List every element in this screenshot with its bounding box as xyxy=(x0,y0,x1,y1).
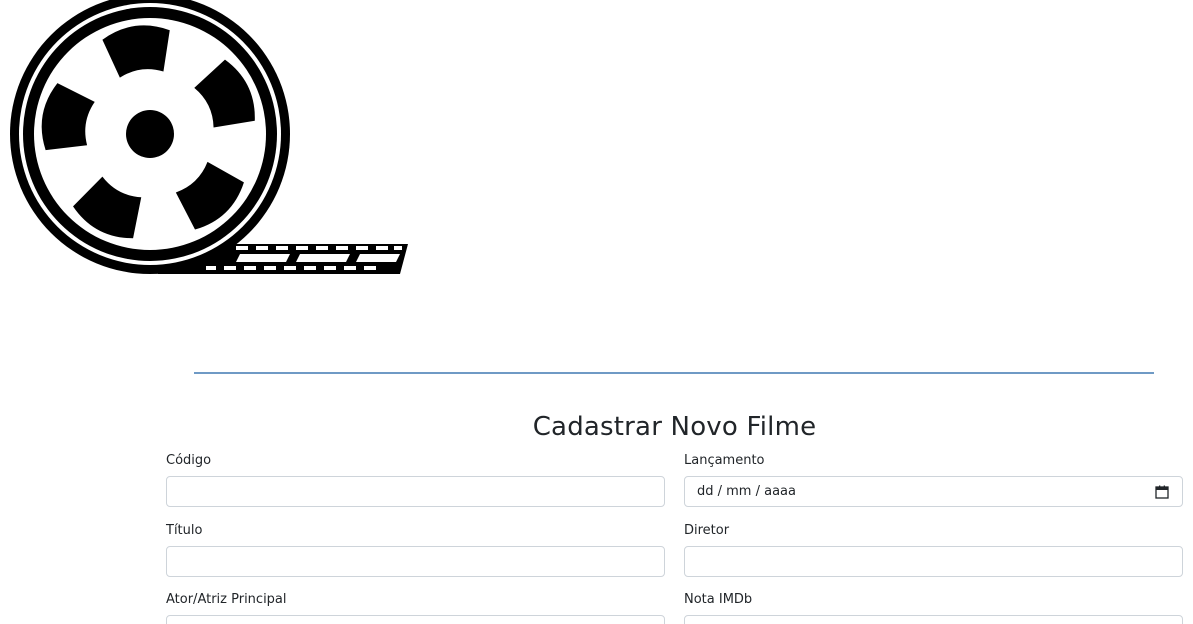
lancamento-date-input[interactable]: dd / mm / aaaa xyxy=(684,476,1183,507)
lancamento-label: Lançamento xyxy=(684,453,765,468)
codigo-field-group: Código xyxy=(166,452,665,507)
codigo-input[interactable] xyxy=(166,476,665,507)
nota-field-group: Nota IMDb xyxy=(684,591,1183,624)
diretor-input[interactable] xyxy=(684,546,1183,577)
titulo-input[interactable] xyxy=(166,546,665,577)
form-title: Cadastrar Novo Filme xyxy=(532,412,817,442)
reel xyxy=(10,0,290,274)
lancamento-date-text: dd / mm / aaaa xyxy=(697,484,796,499)
section-divider xyxy=(194,372,1154,374)
nota-input[interactable] xyxy=(684,615,1183,624)
ator-label: Ator/Atriz Principal xyxy=(166,592,287,607)
calendar-icon[interactable] xyxy=(1154,484,1170,500)
titulo-field-group: Título xyxy=(166,522,665,577)
page: Cadastrar Novo Filme Código Lançamento d… xyxy=(0,0,1193,624)
codigo-label: Código xyxy=(166,453,212,468)
titulo-label: Título xyxy=(166,523,203,538)
diretor-field-group: Diretor xyxy=(684,522,1183,577)
ator-field-group: Ator/Atriz Principal xyxy=(166,591,665,624)
lancamento-field-group: Lançamento dd / mm / aaaa xyxy=(684,452,1183,507)
nota-label: Nota IMDb xyxy=(684,592,753,607)
ator-input[interactable] xyxy=(166,615,665,624)
film-reel-icon xyxy=(10,0,408,274)
diretor-label: Diretor xyxy=(684,523,730,538)
